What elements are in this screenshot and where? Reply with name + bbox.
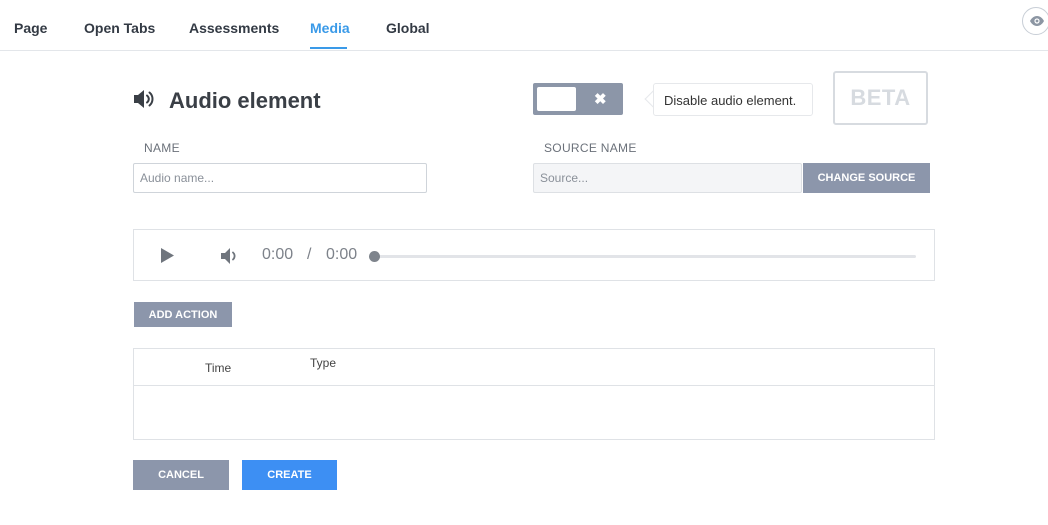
- cancel-button[interactable]: CANCEL: [133, 460, 229, 490]
- close-icon: ✖: [594, 91, 607, 108]
- toggle-knob[interactable]: [537, 87, 576, 111]
- page-title: Audio element: [169, 88, 321, 113]
- active-tab-indicator: [310, 47, 347, 49]
- tab-open-tabs[interactable]: Open Tabs: [84, 20, 155, 36]
- audio-name-input[interactable]: [133, 163, 427, 193]
- tab-assessments[interactable]: Assessments: [189, 20, 279, 36]
- play-icon[interactable]: [160, 247, 175, 264]
- audio-player: 0:00 / 0:00: [133, 229, 935, 281]
- volume-icon[interactable]: [220, 247, 240, 265]
- name-label: NAME: [144, 141, 180, 155]
- source-input[interactable]: [533, 163, 802, 193]
- table-header: Time Type: [134, 349, 934, 386]
- source-name-label: SOURCE NAME: [544, 141, 637, 155]
- time-separator: /: [307, 246, 312, 263]
- enable-toggle[interactable]: ✖: [533, 83, 623, 115]
- tab-page[interactable]: Page: [14, 20, 47, 36]
- current-time: 0:00: [262, 246, 294, 263]
- eye-icon: [1030, 16, 1044, 26]
- top-nav: Page Open Tabs Assessments Media Global: [0, 0, 1048, 51]
- actions-table: Time Type: [133, 348, 935, 440]
- disable-tooltip: Disable audio element.: [653, 83, 813, 116]
- add-action-button[interactable]: ADD ACTION: [134, 302, 232, 327]
- column-time[interactable]: Time: [205, 361, 231, 375]
- create-button[interactable]: CREATE: [242, 460, 337, 490]
- tab-media[interactable]: Media: [310, 20, 350, 36]
- speaker-icon: [134, 90, 154, 108]
- column-type[interactable]: Type: [310, 356, 336, 370]
- preview-button[interactable]: [1022, 7, 1048, 35]
- beta-badge: BETA: [833, 71, 928, 125]
- change-source-button[interactable]: CHANGE SOURCE: [803, 163, 930, 193]
- duration: 0:00: [326, 246, 358, 263]
- seek-bar[interactable]: [374, 255, 916, 258]
- tab-global[interactable]: Global: [386, 20, 430, 36]
- seek-handle[interactable]: [369, 251, 380, 262]
